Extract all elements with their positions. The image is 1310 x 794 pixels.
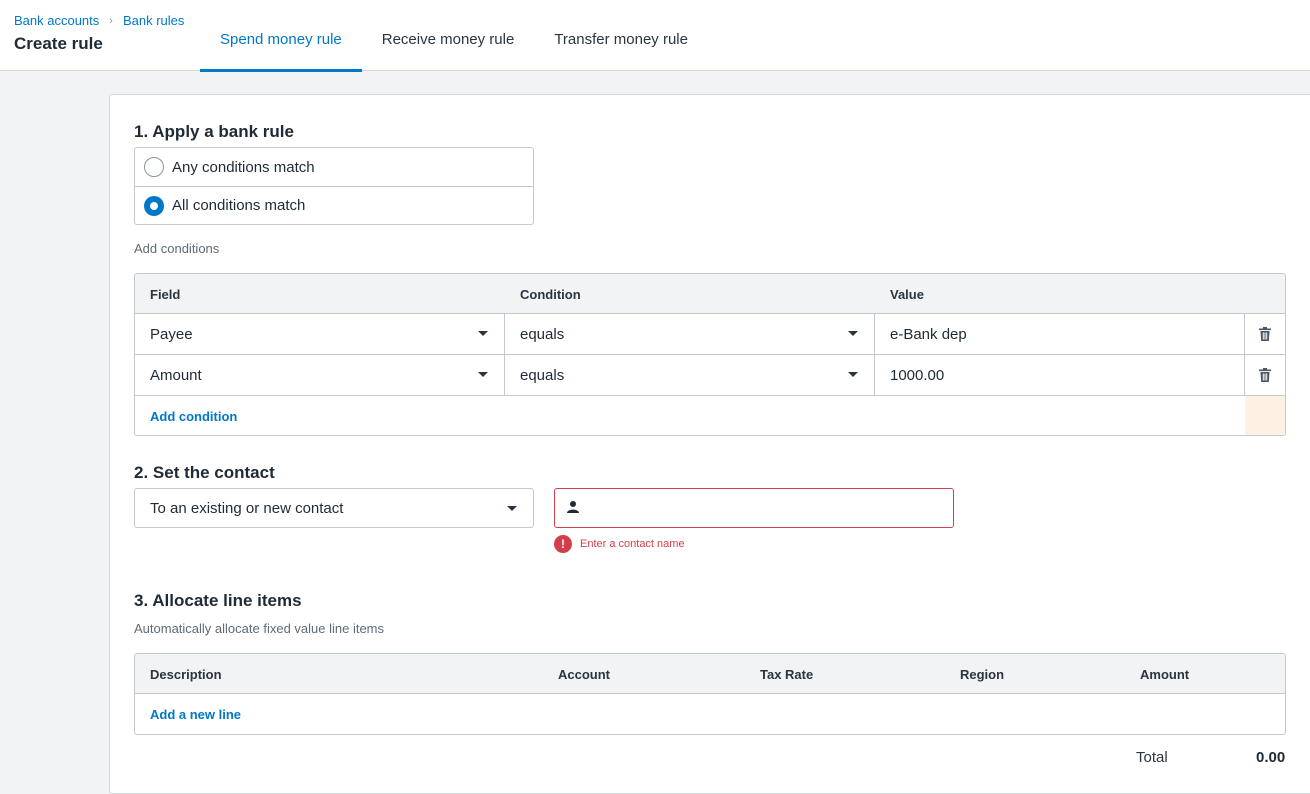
page-title: Create rule: [14, 34, 103, 53]
field-value: Payee: [150, 325, 193, 343]
radio-label-all: All conditions match: [172, 197, 306, 214]
radio-checked-icon[interactable]: [144, 195, 164, 216]
add-line-row: Add a new line: [135, 694, 1285, 734]
condition-select[interactable]: equals: [505, 355, 875, 395]
total-label: Total: [1136, 749, 1168, 766]
radio-all-conditions[interactable]: All conditions match: [135, 186, 533, 224]
radio-unchecked-icon[interactable]: [144, 157, 164, 177]
highlight-cell: [1245, 396, 1285, 435]
table-row: Amount equals 1000.00: [135, 355, 1285, 396]
add-conditions-label: Add conditions: [134, 241, 220, 256]
delete-row-button[interactable]: [1245, 355, 1285, 395]
col-header-condition: Condition: [520, 287, 581, 302]
col-header-account: Account: [558, 667, 610, 682]
rule-form-card: 1. Apply a bank rule Any conditions matc…: [109, 94, 1310, 794]
caret-down-icon: [848, 331, 858, 336]
contact-error-message: ! Enter a contact name: [554, 535, 685, 553]
caret-down-icon: [478, 331, 488, 336]
total-value: 0.00: [1256, 749, 1286, 766]
caret-down-icon: [478, 372, 488, 377]
breadcrumb-bank-accounts[interactable]: Bank accounts: [14, 13, 99, 28]
col-header-description: Description: [150, 667, 222, 682]
contact-field[interactable]: [554, 488, 954, 528]
error-icon: !: [554, 535, 572, 553]
col-header-tax-rate: Tax Rate: [760, 667, 814, 682]
page-header: Bank accounts › Bank rules Create rule S…: [0, 0, 1310, 72]
breadcrumb-bank-rules[interactable]: Bank rules: [123, 13, 184, 28]
contact-mode-value: To an existing or new contact: [150, 499, 344, 517]
line-items-table: Description Account Tax Rate Region Amou…: [134, 653, 1286, 735]
field-select[interactable]: Payee: [135, 314, 505, 354]
condition-value: equals: [520, 325, 565, 343]
match-mode-radio-group: Any conditions match All conditions matc…: [134, 147, 534, 225]
value-text: 1000.00: [890, 366, 945, 384]
add-condition-row: Add condition: [135, 396, 1285, 435]
col-header-region: Region: [960, 667, 1005, 682]
col-header-value: Value: [890, 287, 924, 302]
radio-any-conditions[interactable]: Any conditions match: [135, 148, 533, 186]
rule-type-tabs: Spend money rule Receive money rule Tran…: [200, 0, 708, 72]
value-input[interactable]: 1000.00: [875, 355, 1245, 395]
error-text: Enter a contact name: [580, 538, 685, 550]
table-row: Payee equals e-Bank dep: [135, 314, 1285, 355]
conditions-table: Field Condition Value Payee equals e-Ban…: [134, 273, 1286, 436]
breadcrumb: Bank accounts › Bank rules: [14, 13, 184, 28]
chevron-right-icon: ›: [109, 14, 113, 27]
field-value: Amount: [150, 366, 202, 384]
section-allocate-title: 3. Allocate line items: [134, 591, 302, 610]
conditions-table-header: Field Condition Value: [135, 274, 1285, 314]
trash-icon: [1259, 368, 1271, 382]
tab-transfer-money-rule[interactable]: Transfer money rule: [534, 0, 708, 71]
condition-select[interactable]: equals: [505, 314, 875, 354]
tab-receive-money-rule[interactable]: Receive money rule: [362, 0, 535, 71]
tab-spend-money-rule[interactable]: Spend money rule: [200, 0, 362, 72]
person-icon: [567, 500, 579, 516]
radio-label-any: Any conditions match: [172, 158, 315, 176]
condition-value: equals: [520, 366, 565, 384]
section-set-contact-title: 2. Set the contact: [134, 463, 275, 482]
col-header-field: Field: [150, 287, 181, 302]
caret-down-icon: [507, 506, 517, 511]
contact-mode-select[interactable]: To an existing or new contact: [134, 488, 534, 528]
contact-name-input[interactable]: [589, 490, 953, 526]
caret-down-icon: [848, 372, 858, 377]
field-select[interactable]: Amount: [135, 355, 505, 395]
col-header-amount: Amount: [1140, 667, 1190, 682]
add-new-line-button[interactable]: Add a new line: [150, 707, 241, 722]
delete-row-button[interactable]: [1245, 314, 1285, 354]
section-apply-rule-title: 1. Apply a bank rule: [134, 122, 294, 141]
allocate-subtitle: Automatically allocate fixed value line …: [134, 621, 385, 636]
value-text: e-Bank dep: [890, 325, 967, 343]
line-items-table-header: Description Account Tax Rate Region Amou…: [135, 654, 1285, 694]
add-condition-button[interactable]: Add condition: [150, 409, 237, 424]
value-input[interactable]: e-Bank dep: [875, 314, 1245, 354]
trash-icon: [1259, 327, 1271, 341]
